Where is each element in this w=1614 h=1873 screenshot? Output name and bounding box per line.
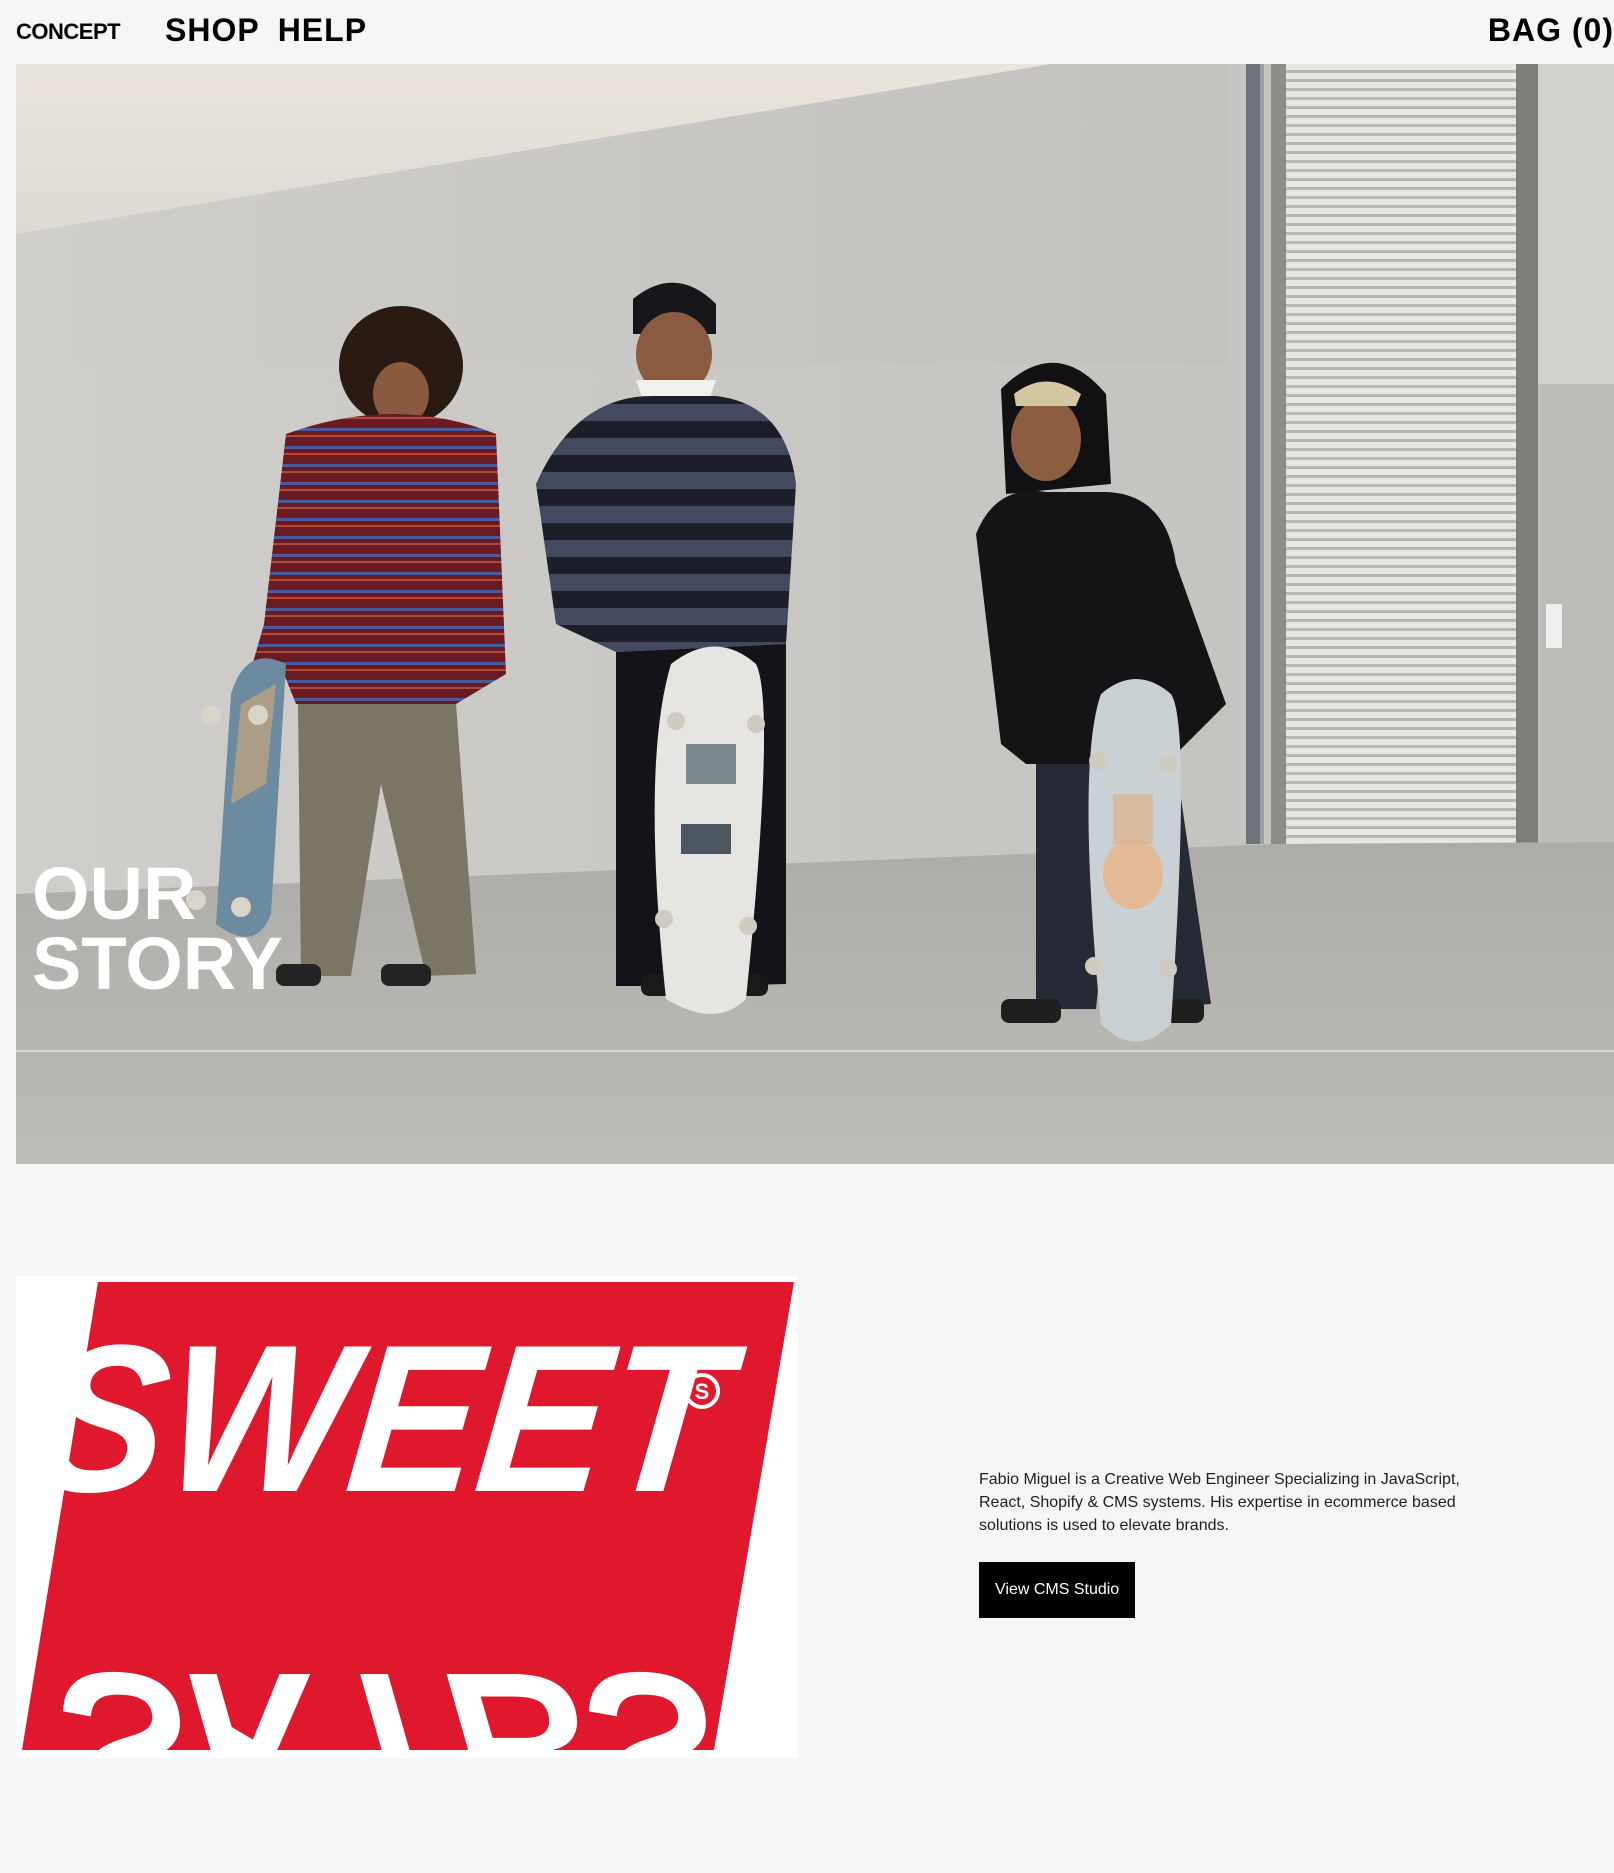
logo-text-sktbs: SKTBS — [52, 1629, 731, 1758]
logo-text-sweet: SWEET — [27, 1301, 752, 1536]
hero-title-line-2: STORY — [32, 922, 283, 1005]
view-cms-studio-button[interactable]: View CMS Studio — [979, 1562, 1136, 1618]
hero-title: OUR STORY — [32, 852, 283, 1005]
nav-help-link[interactable]: HELP — [278, 12, 367, 49]
about-description: Fabio Miguel is a Creative Web Engineer … — [979, 1471, 1460, 1534]
hero-title-line-1: OUR — [32, 852, 197, 935]
bag-link[interactable]: BAG (0) — [1488, 12, 1614, 49]
site-header: CONCEPT SHOP HELP BAG (0) — [0, 0, 1614, 64]
nav-shop-link[interactable]: SHOP — [165, 12, 260, 49]
sweet-sktbs-logo: SWEET SKTBS S — [16, 1276, 798, 1864]
registered-mark-icon: S — [695, 1379, 710, 1404]
site-logo[interactable]: CONCEPT — [16, 19, 121, 45]
main-nav: SHOP HELP — [165, 12, 367, 49]
hero-section: OUR STORY — [16, 64, 1614, 1164]
sweet-sktbs-logo-graphic: SWEET SKTBS S — [22, 1282, 794, 1864]
